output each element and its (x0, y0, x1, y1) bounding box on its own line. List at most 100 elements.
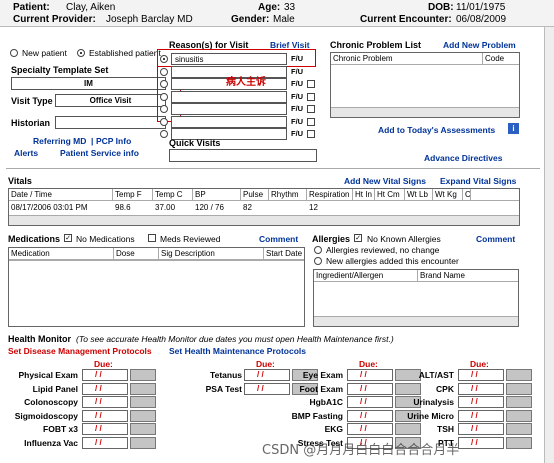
vertical-scrollbar[interactable] (544, 27, 554, 463)
hm-date-bmp-fasting[interactable]: / / (347, 409, 393, 422)
follow-up-checkbox-3[interactable] (307, 80, 315, 88)
vitals-col-3[interactable]: BP (193, 189, 241, 200)
hm-date-hgba1c[interactable]: / / (347, 396, 393, 408)
allergies-reviewed-label: Allergies reviewed, no change (326, 245, 440, 255)
hm-date-urinalysis[interactable]: / / (458, 396, 504, 408)
vitals-col-6[interactable]: Respiration (307, 189, 353, 200)
vitals-title: Vitals (8, 176, 32, 186)
vitals-row[interactable]: 08/17/2006 03:01 PM 98.6 37.00 120 / 76 82 12 (9, 202, 519, 214)
chronic-col-code[interactable]: Code (483, 53, 519, 64)
pcp-info-link[interactable]: PCP Info (96, 136, 131, 146)
nka-checkbox[interactable]: ✓ (354, 234, 362, 242)
reason-radio-2[interactable] (160, 67, 168, 76)
established-patient-radio[interactable] (77, 49, 85, 57)
add-new-problem-link[interactable]: Add New Problem (443, 40, 516, 50)
alerts-link[interactable]: Alerts (14, 148, 38, 158)
reason-radio-1[interactable] (160, 55, 168, 63)
medications-comment-link[interactable]: Comment (259, 234, 298, 244)
allergy-col-ingredient[interactable]: Ingredient/Allergen (314, 270, 418, 281)
vitals-col-9[interactable]: Wt Lb (405, 189, 433, 200)
hm-label-sigmoidoscopy: Sigmoidoscopy (14, 410, 78, 421)
vitals-col-2[interactable]: Temp C (153, 189, 193, 200)
historian-input[interactable] (55, 116, 166, 129)
med-col-dose[interactable]: Dose (114, 248, 159, 259)
vitals-cell-2: 37.00 (155, 203, 176, 212)
hm-date-psa-test[interactable]: / / (244, 382, 290, 395)
hm-extra-urinalysis (506, 396, 532, 408)
chronic-col-problem[interactable]: Chronic Problem (331, 53, 483, 64)
med-col-medication[interactable]: Medication (9, 248, 114, 259)
vitals-col-7[interactable]: Ht In (353, 189, 375, 200)
hm-date-tetanus[interactable]: / / (244, 369, 290, 381)
visit-type-select[interactable]: Office Visit (55, 94, 166, 107)
specialty-label: Specialty Template Set (11, 65, 109, 75)
reason-input-6[interactable] (171, 115, 287, 128)
vitals-col-5[interactable]: Rhythm (269, 189, 307, 200)
reason-input-4[interactable] (171, 90, 287, 103)
vitals-col-0[interactable]: Date / Time (9, 189, 113, 200)
new-patient-radio[interactable] (10, 49, 18, 57)
hm-date-eye-exam[interactable]: / / (347, 369, 393, 381)
vitals-table[interactable]: Date / Time Temp F Temp C BP Pulse Rhythm Resp… (8, 188, 520, 226)
vitals-col-11[interactable]: C (463, 189, 471, 200)
info-icon[interactable]: i (508, 123, 519, 134)
hm-date-physical-exam[interactable]: / / (82, 369, 128, 381)
maintenance-protocols-link[interactable]: Set Health Maintenance Protocols (169, 346, 306, 356)
hm-date-cpk[interactable]: / / (458, 382, 504, 395)
follow-up-checkbox-5[interactable] (307, 105, 315, 113)
add-vital-signs-link[interactable]: Add New Vital Signs (344, 176, 426, 186)
hm-date-sigmoidoscopy[interactable]: / / (82, 409, 128, 422)
vitals-col-4[interactable]: Pulse (241, 189, 269, 200)
hm-date-alt-ast[interactable]: / / (458, 369, 504, 381)
link-separator: | (91, 136, 94, 146)
follow-up-checkbox-4[interactable] (307, 92, 315, 101)
hm-date-ekg[interactable]: / / (347, 423, 393, 435)
hm-date-lipid-panel[interactable]: / / (82, 382, 128, 395)
meds-reviewed-checkbox[interactable] (148, 234, 156, 242)
patient-service-link[interactable]: Patient Service info (60, 148, 139, 158)
hm-date-tsh[interactable]: / / (458, 423, 504, 435)
allergies-reviewed-radio[interactable] (314, 246, 322, 254)
follow-up-checkbox-7[interactable] (307, 130, 315, 138)
follow-up-checkbox-6[interactable] (307, 117, 315, 126)
reason-radio-4[interactable] (160, 92, 168, 101)
advance-directives-link[interactable]: Advance Directives (424, 153, 502, 163)
new-allergies-radio[interactable] (314, 257, 322, 265)
med-col-start[interactable]: Start Date (264, 248, 304, 259)
reason-radio-3[interactable] (160, 80, 168, 88)
hm-date-fobt-x3[interactable]: / / (82, 423, 128, 435)
hm-date-colonoscopy[interactable]: / / (82, 396, 128, 408)
vitals-col-1[interactable]: Temp F (113, 189, 153, 200)
chronic-table[interactable]: Chronic Problem Code (330, 52, 520, 118)
reason-radio-5[interactable] (160, 105, 168, 113)
med-col-sig[interactable]: Sig Description (159, 248, 264, 259)
chronic-hscroll[interactable] (331, 107, 519, 117)
reason-input-5[interactable] (171, 103, 287, 115)
no-medications-checkbox[interactable]: ✓ (64, 234, 72, 242)
hm-date-foot-exam[interactable]: / / (347, 382, 393, 395)
medications-table[interactable]: Medication Dose Sig Description Start Da… (8, 247, 305, 327)
referring-md-link[interactable]: Referring MD (33, 136, 86, 146)
hm-date-ptt[interactable]: / / (458, 436, 504, 449)
hm-extra-lipid-panel (130, 382, 156, 395)
reason-radio-6[interactable] (160, 117, 168, 126)
quick-visits-select[interactable] (169, 149, 317, 162)
hm-date-urine-micro[interactable]: / / (458, 409, 504, 422)
allergies-comment-link[interactable]: Comment (476, 234, 515, 244)
disease-protocols-link[interactable]: Set Disease Management Protocols (8, 346, 152, 356)
age-value: 33 (284, 2, 296, 13)
quick-visits-label: Quick Visits (169, 138, 221, 148)
allergies-hscroll[interactable] (314, 316, 518, 326)
reason-input-1[interactable]: sinusitis (171, 53, 287, 65)
hm-extra-sigmoidoscopy (130, 409, 156, 422)
specialty-select[interactable]: IM (11, 77, 166, 90)
expand-vital-signs-link[interactable]: Expand Vital Signs (440, 176, 516, 186)
allergies-table[interactable]: Ingredient/Allergen Brand Name (313, 269, 519, 327)
hm-date-influenza-vac[interactable]: / / (82, 436, 128, 449)
allergy-col-brand[interactable]: Brand Name (418, 270, 518, 281)
add-to-assessments-link[interactable]: Add to Today's Assessments (378, 125, 495, 135)
vitals-col-10[interactable]: Wt Kg (433, 189, 463, 200)
vitals-hscroll[interactable] (9, 215, 519, 225)
reason-radio-7[interactable] (160, 130, 168, 138)
vitals-col-8[interactable]: Ht Cm (375, 189, 405, 200)
